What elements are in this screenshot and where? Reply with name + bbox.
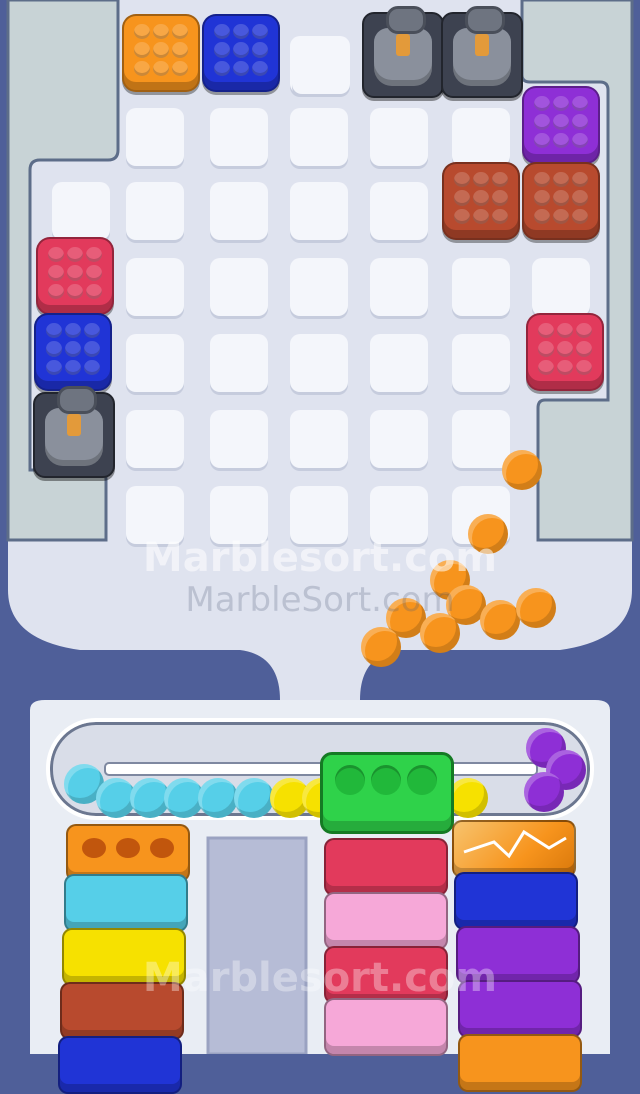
stack-bar-red[interactable] [324, 838, 448, 896]
grid-slot [210, 108, 268, 166]
locked-sack-block[interactable] [441, 6, 523, 98]
cyan-marble [198, 778, 238, 818]
marble-block-orange[interactable] [122, 14, 200, 92]
marble-block-blue[interactable] [202, 14, 280, 92]
marble-block-blue[interactable] [34, 313, 112, 391]
grid-slot [452, 108, 510, 166]
grid-slot [370, 334, 428, 392]
locked-sack-block[interactable] [362, 6, 444, 98]
grid-slot [532, 258, 590, 316]
marble-block-red[interactable] [36, 237, 114, 315]
grid-slot [370, 182, 428, 240]
grid-slot [126, 258, 184, 316]
orange-marble [361, 627, 401, 667]
marble-block-purple[interactable] [522, 86, 600, 164]
watermark-secondary: MarbleSort.com [185, 580, 455, 620]
grid-slot [290, 334, 348, 392]
grid-slot [126, 410, 184, 468]
grid-slot [452, 258, 510, 316]
grid-slot [126, 108, 184, 166]
collector-slot [335, 765, 365, 795]
grid-slot [126, 334, 184, 392]
grid-slot [452, 334, 510, 392]
stack-bar-blue[interactable] [454, 872, 578, 930]
grid-slot [370, 108, 428, 166]
grid-slot [370, 410, 428, 468]
collector-slot [407, 765, 437, 795]
grid-slot [290, 410, 348, 468]
marble-block-brown[interactable] [522, 162, 600, 240]
orange-marble [502, 450, 542, 490]
grid-slot [290, 108, 348, 166]
locked-sack-block[interactable] [33, 386, 115, 478]
marble-block-red[interactable] [526, 313, 604, 391]
stack-bar-orange-cracked[interactable] [452, 820, 576, 878]
cyan-marble [234, 778, 274, 818]
stack-bar-cyan[interactable] [64, 874, 188, 932]
stack-bar-blue[interactable] [458, 1034, 582, 1092]
grid-slot [290, 258, 348, 316]
marble-block-brown[interactable] [442, 162, 520, 240]
grid-slot [210, 182, 268, 240]
watermark-primary: Marblesort.com [142, 535, 498, 581]
grid-slot [210, 334, 268, 392]
grid-slot [52, 182, 110, 240]
green-collector[interactable] [320, 752, 454, 834]
grid-slot [210, 258, 268, 316]
purple-marble [524, 772, 564, 812]
grid-slot [292, 36, 350, 94]
collector-slot [371, 765, 401, 795]
grid-slot [370, 258, 428, 316]
yellow-marble [448, 778, 488, 818]
watermark-lower: Marblesort.com [142, 955, 498, 1001]
stack-bar-pink[interactable] [324, 998, 448, 1056]
stack-bar-pink[interactable] [324, 892, 448, 950]
crack-icon [463, 829, 567, 859]
grid-slot [290, 182, 348, 240]
grid-slot [126, 182, 184, 240]
grid-slot [210, 410, 268, 468]
stack-bar-blue[interactable] [58, 1036, 182, 1094]
grid-slot [452, 410, 510, 468]
